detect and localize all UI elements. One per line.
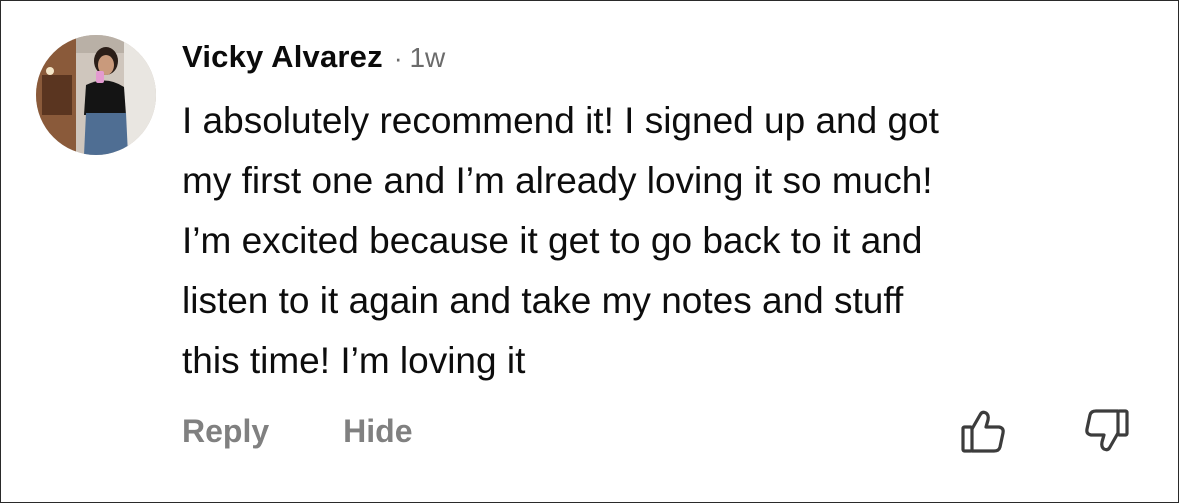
author-name[interactable]: Vicky Alvarez xyxy=(182,39,383,75)
avatar-photo xyxy=(36,35,156,155)
comment-line: I absolutely recommend it! I signed up a… xyxy=(182,100,939,141)
timestamp: 1w xyxy=(409,42,446,73)
comment-line: my first one and I’m already loving it s… xyxy=(182,160,933,201)
comment-line: listen to it again and take my notes and… xyxy=(182,280,904,321)
thumbs-up-icon[interactable] xyxy=(959,407,1007,455)
comment-line: I’m excited because it get to go back to… xyxy=(182,220,923,261)
avatar[interactable] xyxy=(36,35,156,155)
comment-actions: Reply Hide xyxy=(182,409,412,453)
comment-header: Vicky Alvarez · 1w xyxy=(182,39,445,83)
thumbs-down-icon[interactable] xyxy=(1083,407,1131,455)
comment-body: I absolutely recommend it! I signed up a… xyxy=(182,91,1157,391)
reply-button[interactable]: Reply xyxy=(182,413,269,450)
meta-separator: · xyxy=(393,43,403,73)
hide-button[interactable]: Hide xyxy=(343,413,412,450)
comment-line: this time! I’m loving it xyxy=(182,340,526,381)
comment-card: Vicky Alvarez · 1w I absolutely recommen… xyxy=(0,0,1179,503)
